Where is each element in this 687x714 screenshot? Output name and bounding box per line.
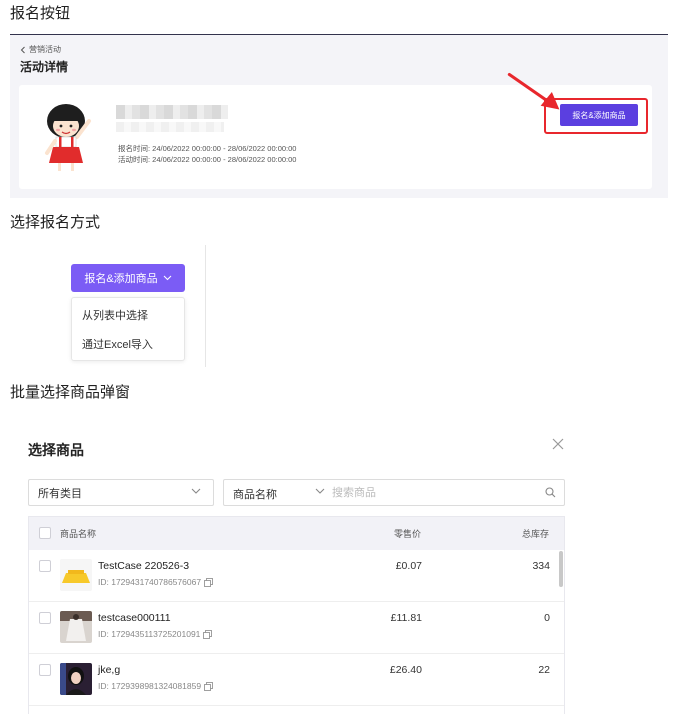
table-row[interactable]: TestCase 220526-3 ID: 172943174078657606… [29, 550, 564, 602]
back-link[interactable]: 营销活动 [20, 44, 61, 55]
product-price: £11.81 [390, 612, 422, 624]
product-price: £0.07 [395, 560, 422, 572]
product-stock: 22 [538, 664, 550, 676]
signup-add-product-button[interactable]: 报名&添加商品 [560, 104, 638, 126]
page-title: 活动详情 [20, 60, 69, 74]
product-thumbnail-image [60, 611, 92, 643]
category-select[interactable]: 所有类目 [28, 479, 214, 506]
divider [205, 245, 206, 367]
table-header: 商品名称 零售价 总库存 [29, 517, 564, 550]
product-id: ID: 1729431740786576067 [98, 577, 213, 587]
product-name: jke,g [98, 664, 121, 676]
product-id-text: ID: 1729398981324081859 [98, 681, 202, 691]
copy-icon[interactable] [204, 577, 213, 587]
section-title-signup-button: 报名按钮 [10, 5, 71, 22]
copy-icon[interactable] [204, 681, 213, 691]
product-price: £26.40 [389, 664, 422, 676]
section-title-batch-select: 批量选择商品弹窗 [10, 384, 131, 401]
modal-title: 选择商品 [28, 442, 84, 458]
section-title-signup-method: 选择报名方式 [10, 214, 101, 231]
cartoon-avatar-image [39, 99, 97, 175]
activity-time: 活动时间: 24/06/2022 00:00:00 - 28/06/2022 0… [118, 155, 297, 164]
chevron-left-icon [20, 46, 25, 53]
select-all-checkbox[interactable] [39, 527, 51, 539]
product-id: ID: 1729398981324081859 [98, 681, 213, 691]
product-id-text: ID: 1729431740786576067 [98, 577, 202, 587]
copy-icon[interactable] [203, 629, 213, 639]
row-checkbox[interactable] [39, 612, 51, 624]
signup-dropdown-button[interactable]: 报名&添加商品 [71, 264, 185, 292]
chevron-down-icon [191, 488, 201, 494]
menu-item-import-excel[interactable]: 通过Excel导入 [82, 336, 153, 352]
blurred-activity-subtitle [116, 122, 224, 132]
search-input[interactable] [332, 484, 532, 502]
column-header-price: 零售价 [394, 529, 422, 539]
row-checkbox[interactable] [39, 664, 51, 676]
product-id: ID: 1729435113725201091 [98, 629, 213, 639]
search-icon[interactable] [545, 487, 556, 498]
back-link-label: 营销活动 [29, 45, 61, 54]
product-table: 商品名称 零售价 总库存 TestCase 220526-3 ID: 17294… [28, 516, 565, 714]
signup-dropdown-label: 报名&添加商品 [84, 273, 158, 285]
chevron-down-icon [315, 488, 325, 494]
blurred-activity-name [116, 105, 228, 119]
product-thumbnail-image [60, 663, 92, 695]
column-header-name: 商品名称 [60, 529, 97, 539]
product-search-box: 商品名称 [223, 479, 565, 506]
table-scrollbar[interactable] [559, 551, 563, 587]
table-row[interactable]: testcase000111 ID: 1729435113725201091 £… [29, 602, 564, 654]
chevron-down-icon [163, 275, 172, 281]
signup-method-menu: 从列表中选择 通过Excel导入 [71, 297, 185, 361]
red-arrow-icon [507, 72, 560, 110]
category-select-value: 所有类目 [38, 487, 82, 500]
product-id-text: ID: 1729435113725201091 [98, 629, 201, 639]
table-row[interactable]: jke,g ID: 1729398981324081859 £26.40 22 [29, 654, 564, 706]
close-icon[interactable] [551, 437, 565, 451]
product-name: TestCase 220526-3 [98, 560, 190, 572]
product-stock: 334 [532, 560, 550, 572]
product-stock: 0 [544, 612, 550, 624]
search-type-select[interactable]: 商品名称 [233, 486, 277, 502]
product-name: testcase000111 [98, 612, 171, 624]
product-thumbnail-image [60, 559, 92, 591]
menu-item-select-from-list[interactable]: 从列表中选择 [82, 307, 148, 323]
column-header-stock: 总库存 [522, 529, 550, 539]
row-checkbox[interactable] [39, 560, 51, 572]
signup-time: 报名时间: 24/06/2022 00:00:00 - 28/06/2022 0… [118, 144, 297, 153]
